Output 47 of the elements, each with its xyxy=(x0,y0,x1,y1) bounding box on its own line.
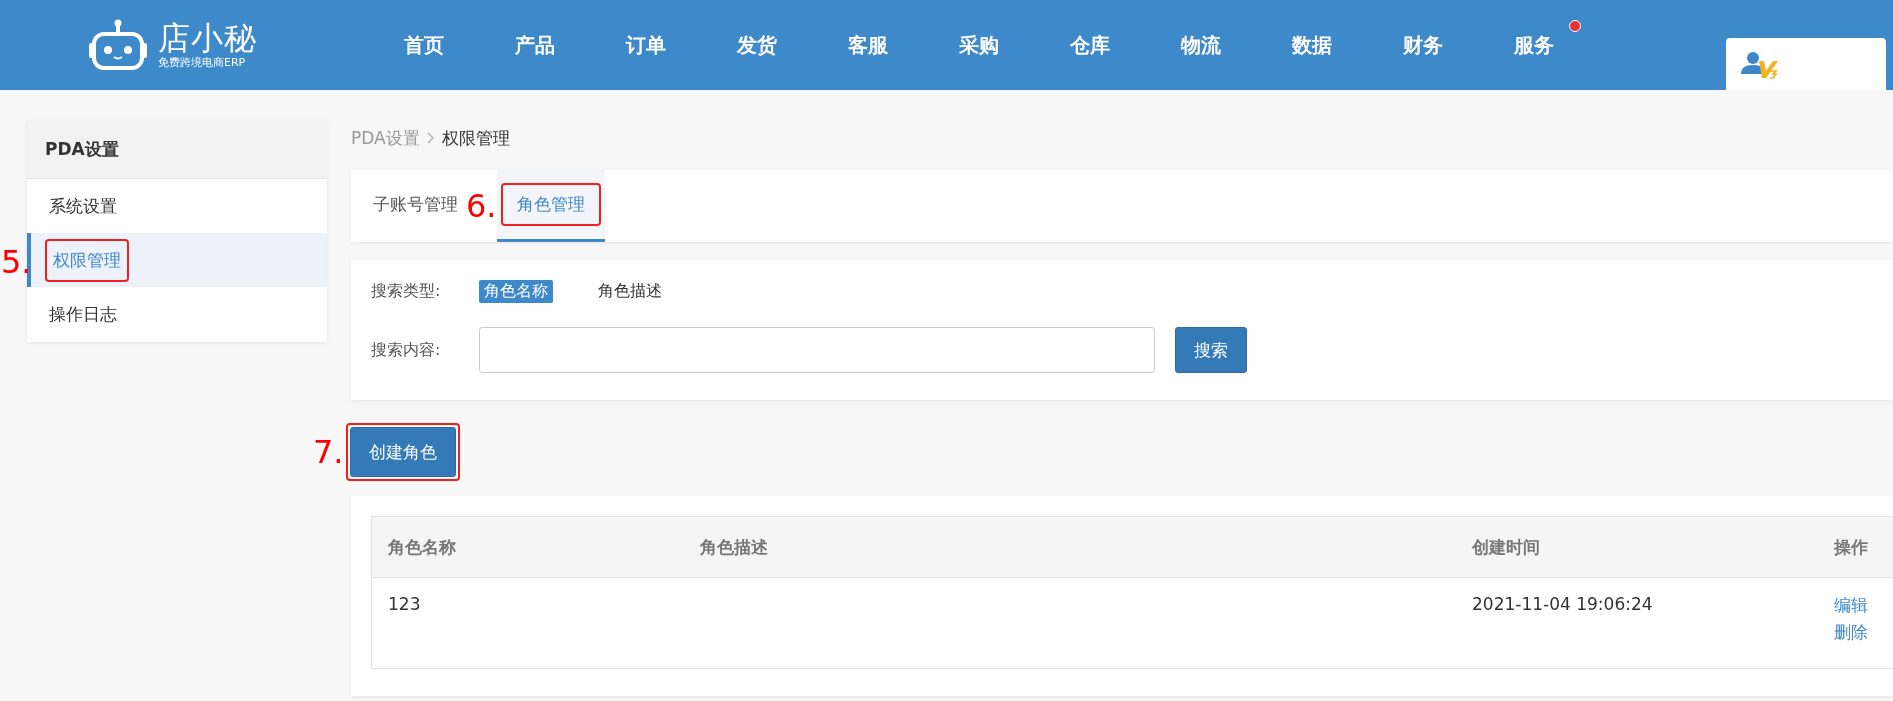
nav-link[interactable]: 服务 xyxy=(1478,17,1589,73)
breadcrumb-item[interactable]: PDA设置 xyxy=(351,126,420,150)
nav-link[interactable]: 产品 xyxy=(479,17,590,73)
tab[interactable]: 子账号管理 xyxy=(369,170,462,242)
nav-link[interactable]: 客服 xyxy=(812,17,923,73)
search-type-option[interactable]: 角色名称 xyxy=(479,279,553,303)
user-level-icon xyxy=(1740,49,1778,79)
user-menu[interactable] xyxy=(1726,38,1886,90)
tab[interactable]: 角色管理 xyxy=(496,170,605,242)
nav-link[interactable]: 首页 xyxy=(368,17,479,73)
chevron-right-icon xyxy=(426,132,435,144)
column-header: 操作 xyxy=(1832,535,1869,559)
search-type-option[interactable]: 角色描述 xyxy=(593,279,667,303)
sidebar-item[interactable]: 操作日志 xyxy=(27,287,327,341)
column-header: 创建时间 xyxy=(1471,535,1541,559)
breadcrumb-item: 权限管理 xyxy=(441,126,510,150)
search-content-label: 搜索内容: xyxy=(371,339,442,361)
sidebar-item[interactable]: 系统设置 xyxy=(27,179,327,233)
sidebar-item-label: 系统设置 xyxy=(49,194,117,218)
brand-name: 店小秘 xyxy=(158,20,257,56)
annotation-number: 7. xyxy=(313,436,344,468)
sidebar-item-label: 操作日志 xyxy=(49,302,117,326)
table-cell-text: 123 xyxy=(387,594,422,614)
sidebar-title: PDA设置 xyxy=(27,120,327,179)
sidebar-item-label: 权限管理 xyxy=(53,249,121,270)
annotation-number: 6. xyxy=(466,190,497,222)
search-type-label: 搜索类型: xyxy=(371,280,442,302)
column-header: 角色描述 xyxy=(699,535,769,559)
table-cell-text: 2021-11-04 19:06:24 xyxy=(1471,594,1654,614)
nav-link[interactable]: 数据 xyxy=(1256,17,1367,73)
nav-link[interactable]: 财务 xyxy=(1367,17,1478,73)
tab-label: 角色管理 xyxy=(516,194,585,214)
column-header: 角色名称 xyxy=(387,535,457,559)
nav-link[interactable]: 发货 xyxy=(701,17,812,73)
search-input[interactable] xyxy=(479,327,1155,373)
brand-tagline: 免费跨境电商ERP xyxy=(158,56,247,70)
nav-link[interactable]: 订单 xyxy=(590,17,701,73)
nav-link[interactable]: 物流 xyxy=(1145,17,1256,73)
action-link[interactable]: 删除 xyxy=(1834,621,1893,644)
tab-label: 子账号管理 xyxy=(373,193,458,216)
search-button[interactable]: 搜索 xyxy=(1175,327,1247,373)
robot-logo-icon xyxy=(88,19,148,71)
action-link[interactable]: 编辑 xyxy=(1834,594,1893,617)
nav-link[interactable]: 仓库 xyxy=(1034,17,1145,73)
sidebar-item[interactable]: 权限管理 xyxy=(27,233,327,287)
create-role-button[interactable]: 创建角色 xyxy=(349,427,456,477)
nav-link[interactable]: 采购 xyxy=(923,17,1034,73)
